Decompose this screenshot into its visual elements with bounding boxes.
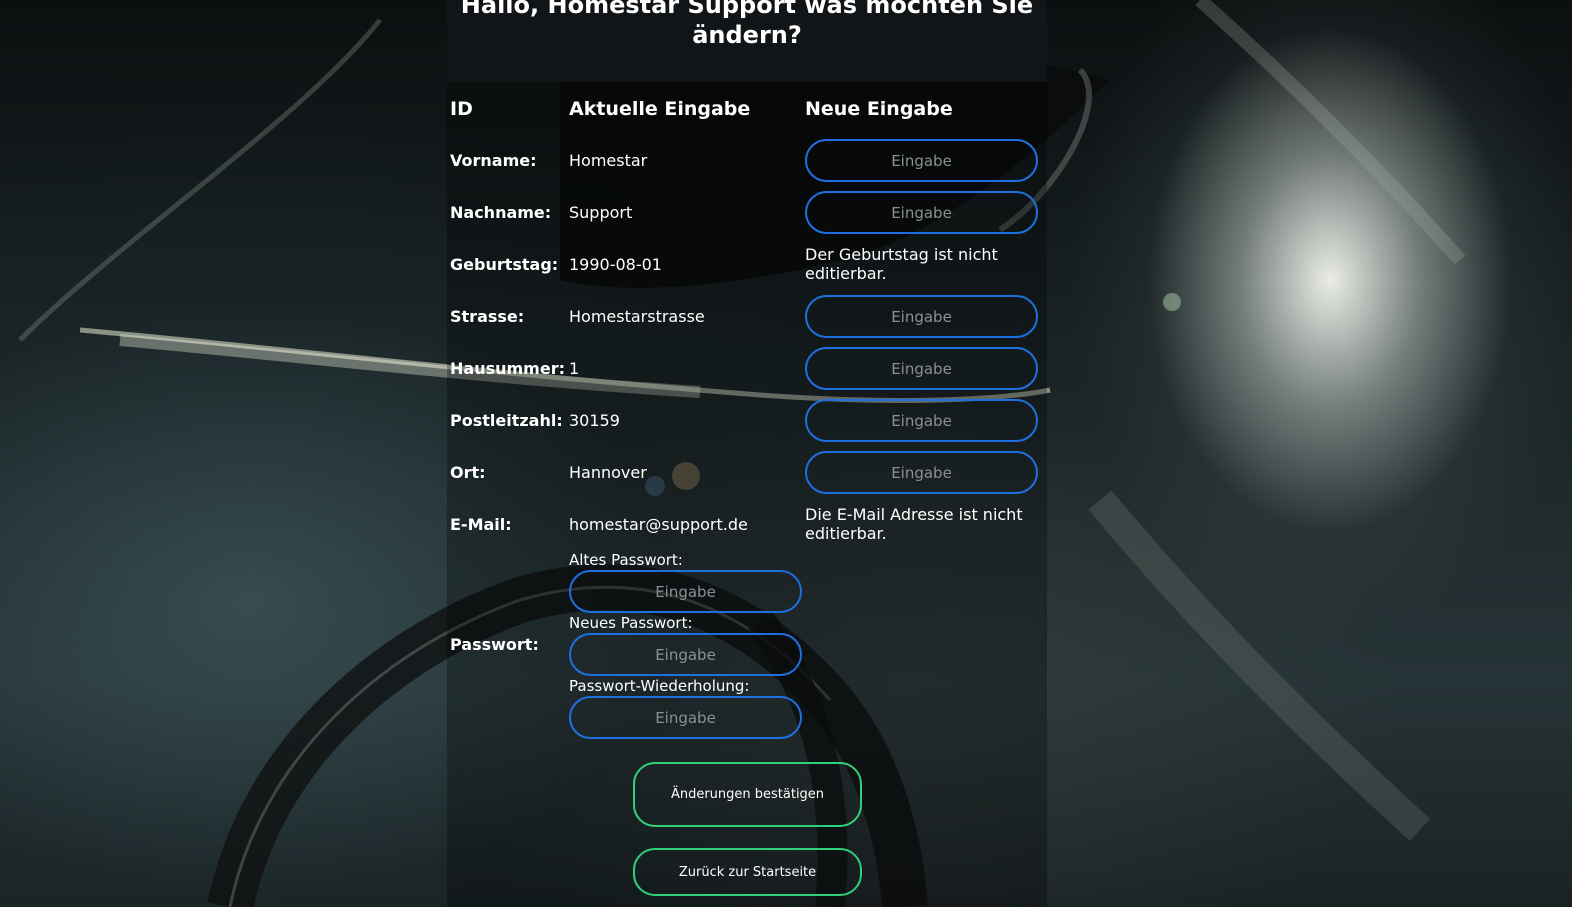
confirm-changes-button[interactable]: Änderungen bestätigen — [633, 762, 862, 827]
value-geburtstag: 1990-08-01 — [569, 255, 662, 274]
value-strasse: Homestarstrasse — [569, 307, 705, 326]
value-vorname: Homestar — [569, 151, 648, 170]
geburtstag-note: Der Geburtstag ist nicht editierbar. — [805, 245, 998, 283]
repeat-password-input[interactable] — [569, 696, 802, 739]
value-ort: Hannover — [569, 463, 647, 482]
column-header-id: ID — [450, 98, 473, 120]
label-nachname: Nachname: — [450, 203, 552, 222]
label-strasse: Strasse: — [450, 307, 525, 326]
value-email: homestar@support.de — [569, 515, 748, 534]
value-postleitzahl: 30159 — [569, 411, 620, 430]
hausnummer-input[interactable] — [805, 347, 1038, 390]
new-password-input[interactable] — [569, 633, 802, 676]
nachname-input[interactable] — [805, 191, 1038, 234]
page-title: Hallo, Homestar Support was möchten Sie … — [460, 0, 1034, 49]
label-hausnummer: Hausummer: — [450, 359, 565, 378]
label-vorname: Vorname: — [450, 151, 537, 170]
label-passwort: Passwort: — [450, 635, 539, 654]
label-email: E-Mail: — [450, 515, 512, 534]
column-header-new: Neue Eingabe — [805, 98, 953, 120]
vorname-input[interactable] — [805, 139, 1038, 182]
repeat-password-label: Passwort-Wiederholung: — [569, 677, 750, 695]
value-hausnummer: 1 — [569, 359, 580, 378]
email-note: Die E-Mail Adresse ist nicht editierbar. — [805, 505, 1023, 543]
column-header-current: Aktuelle Eingabe — [569, 98, 751, 120]
back-to-home-button[interactable]: Zurück zur Startseite — [633, 848, 862, 896]
new-password-label: Neues Passwort: — [569, 614, 693, 632]
ort-input[interactable] — [805, 451, 1038, 494]
value-nachname: Support — [569, 203, 633, 222]
strasse-input[interactable] — [805, 295, 1038, 338]
label-ort: Ort: — [450, 463, 486, 482]
label-geburtstag: Geburtstag: — [450, 255, 559, 274]
postleitzahl-input[interactable] — [805, 399, 1038, 442]
old-password-input[interactable] — [569, 570, 802, 613]
label-postleitzahl: Postleitzahl: — [450, 411, 563, 430]
old-password-label: Altes Passwort: — [569, 551, 683, 569]
